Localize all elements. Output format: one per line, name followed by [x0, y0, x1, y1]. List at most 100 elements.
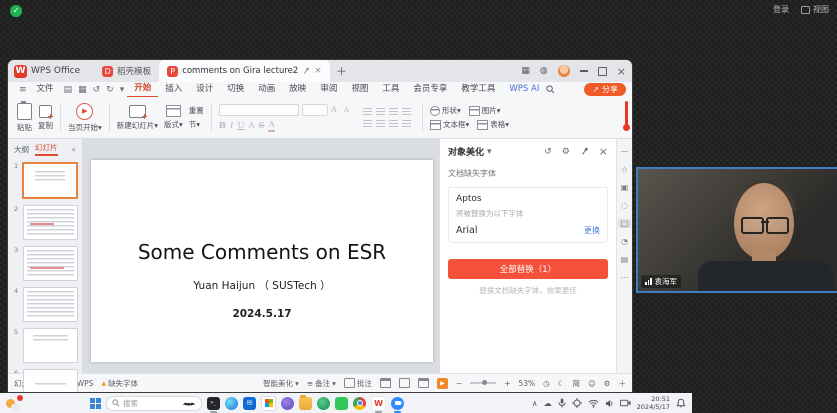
slide-canvas[interactable]: Some Comments on ESR Yuan Haijun （ SUSTe… [83, 139, 439, 373]
table-button[interactable]: 表格▾ [477, 119, 509, 130]
weather-widget[interactable] [6, 397, 21, 410]
gear-icon[interactable]: ⚙ [562, 147, 570, 157]
align-center-icon[interactable] [376, 108, 385, 116]
close-window-button[interactable]: × [617, 65, 626, 78]
sorter-view-icon[interactable] [399, 378, 410, 388]
shadow-button[interactable]: A [249, 121, 255, 131]
comments-button[interactable]: 批注 [344, 378, 372, 389]
tray-volume-icon[interactable] [605, 399, 614, 408]
restore-button[interactable] [598, 67, 607, 76]
tab-document[interactable]: P comments on Gira lecture2 × [159, 60, 330, 82]
fit-slide-icon[interactable]: ◷ [543, 379, 550, 388]
align-left-icon[interactable] [363, 108, 372, 116]
bold-button[interactable]: B [219, 121, 226, 131]
language-toggle[interactable]: 简 [572, 378, 580, 389]
print-icon[interactable]: ▦ [78, 85, 87, 95]
paste-button[interactable]: 粘贴 [17, 103, 32, 133]
zoom-in-icon[interactable]: + [504, 379, 510, 388]
justify-icon[interactable] [402, 108, 411, 116]
app-terminal[interactable]: >_ [207, 397, 220, 410]
app-photos[interactable] [281, 397, 294, 410]
italic-button[interactable]: I [230, 121, 233, 131]
bullets-icon[interactable] [363, 120, 372, 128]
account-avatar[interactable] [558, 65, 570, 77]
rail-assets-icon[interactable]: ◌ [618, 201, 631, 210]
slide-thumbnail-1[interactable]: 1 [14, 162, 78, 199]
font-size-select[interactable] [302, 104, 328, 116]
change-font-link[interactable]: 更换 [584, 225, 600, 236]
pin-panel-icon[interactable] [580, 147, 589, 156]
slides-tab[interactable]: 幻灯片 [35, 142, 58, 156]
app-meeting[interactable] [391, 397, 404, 410]
app-file-explorer[interactable] [299, 397, 312, 410]
textbox-button[interactable]: 文本框▾ [430, 119, 469, 130]
ribbon-tab-review[interactable]: 审阅 [313, 82, 344, 97]
smart-beautify-button[interactable]: 智能美化▾ [263, 378, 299, 389]
app-edge[interactable] [225, 397, 238, 410]
close-tab-icon[interactable]: × [314, 66, 322, 76]
wps-home-button[interactable]: WPS Office [31, 66, 80, 76]
pin-icon[interactable] [302, 67, 310, 75]
shrink-font-icon[interactable]: A [344, 106, 349, 114]
start-button[interactable] [90, 398, 101, 409]
rail-media-icon[interactable]: ▤ [618, 255, 631, 264]
quickbar-caret-icon[interactable]: ▾ [120, 85, 125, 95]
collapse-panel-icon[interactable]: « [71, 145, 76, 154]
settings-icon[interactable]: ⚙ [604, 379, 611, 388]
rail-beautify-icon[interactable]: ▢ [618, 219, 631, 228]
new-tab-button[interactable]: ＋ [336, 63, 347, 79]
tab-docer[interactable]: D 稻壳模板 [94, 60, 159, 82]
zoom-slider[interactable] [470, 382, 496, 384]
ribbon-tab-wps-ai[interactable]: WPS AI [502, 82, 546, 97]
close-panel-icon[interactable]: × [599, 145, 608, 158]
app-green-1[interactable] [317, 397, 330, 410]
strikethrough-button[interactable]: S [259, 121, 265, 131]
copy-button[interactable]: 复制 [38, 105, 53, 131]
ribbon-tab-design[interactable]: 设计 [189, 82, 220, 97]
view-button[interactable]: 视图 [801, 4, 829, 15]
rail-more-icon[interactable]: ⋯ [618, 273, 631, 282]
statusbar-plus-icon[interactable]: ＋ [619, 378, 627, 389]
tray-wifi-icon[interactable] [588, 399, 599, 408]
numbering-icon[interactable] [376, 120, 385, 128]
history-icon[interactable]: ↺ [544, 147, 552, 157]
rail-collapse-icon[interactable]: — [618, 147, 631, 156]
zoom-percent[interactable]: 53% [518, 379, 535, 388]
slide-thumbnail-5[interactable]: 5 [14, 328, 78, 363]
ribbon-tab-view[interactable]: 视图 [344, 82, 375, 97]
widgets-icon[interactable]: ▦ [521, 66, 530, 76]
feedback-icon[interactable]: ☺ [588, 379, 596, 388]
undo-icon[interactable]: ↺ [93, 85, 101, 95]
layout-button[interactable]: 版式▾ [164, 105, 183, 130]
ribbon-tab-member[interactable]: 会员专享 [406, 82, 454, 97]
share-button[interactable]: ↗ 分享 [584, 83, 626, 96]
shape-button[interactable]: 形状▾ [430, 105, 461, 116]
app-mail[interactable]: ✉ [243, 397, 256, 410]
reset-button[interactable]: 重置 [189, 105, 204, 116]
panel-caret-icon[interactable]: ▾ [487, 147, 492, 157]
menu-file[interactable]: 文件 [30, 82, 61, 97]
font-name-select[interactable] [219, 104, 299, 116]
tray-target-icon[interactable] [572, 398, 582, 408]
redo-icon[interactable]: ↻ [106, 85, 114, 95]
current-slide[interactable]: Some Comments on ESR Yuan Haijun （ SUSTe… [91, 160, 433, 362]
replace-all-button[interactable]: 全部替换（1） [448, 259, 608, 279]
slide-title[interactable]: Some Comments on ESR [91, 240, 433, 264]
align-right-icon[interactable] [389, 108, 398, 116]
ribbon-tab-transition[interactable]: 切换 [220, 82, 251, 97]
ribbon-tab-home[interactable]: 开始 [127, 81, 158, 98]
slide-thumbnail-2[interactable]: 2 [14, 205, 78, 240]
globe-icon[interactable]: ◍ [540, 66, 548, 76]
slide-author[interactable]: Yuan Haijun （ SUSTech ） [91, 278, 433, 293]
eye-protect-icon[interactable]: ☾ [558, 379, 565, 388]
slideshow-play-button[interactable]: ▶ [437, 378, 448, 389]
missing-font-status[interactable]: ▲缺失字体 [101, 378, 138, 389]
section-button[interactable]: 节▾ [189, 119, 204, 130]
slide-thumbnail-3[interactable]: 3 [14, 246, 78, 281]
underline-button[interactable]: U [237, 121, 244, 131]
notes-button[interactable]: ≡备注▾ [307, 378, 336, 389]
tray-clock[interactable]: 20:51 2024/5/17 [637, 395, 670, 411]
minimize-button[interactable] [580, 70, 588, 72]
taskbar-search[interactable]: 搜索 [106, 396, 202, 411]
new-slide-button[interactable]: 新建幻灯片▾ [117, 105, 158, 131]
